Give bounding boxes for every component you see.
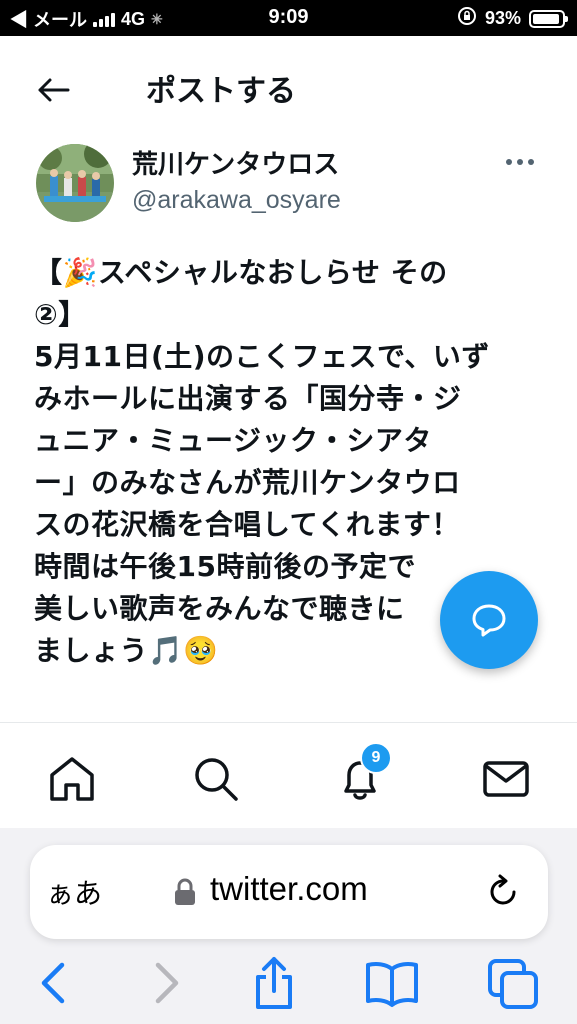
- bottom-nav: [0, 723, 577, 828]
- avatar[interactable]: [36, 144, 114, 222]
- bookmarks-icon[interactable]: [364, 955, 420, 1011]
- post-line: 5月11日(土)のこくフェスで、いず: [34, 340, 490, 373]
- page-header: ポストする: [0, 36, 577, 140]
- url-text[interactable]: twitter.com: [210, 870, 368, 908]
- tabs-icon[interactable]: [488, 955, 540, 1011]
- lock-icon: [175, 878, 195, 905]
- post-handle[interactable]: @arakawa_osyare: [132, 186, 341, 215]
- back-arrow-icon[interactable]: [34, 70, 74, 110]
- browser-forward-icon[interactable]: [140, 955, 192, 1011]
- post-line: みホールに出演する「国分寺・ジ: [34, 382, 462, 415]
- reply-button[interactable]: [440, 571, 538, 669]
- messages-icon[interactable]: [480, 753, 532, 805]
- reply-bubble-icon: [472, 604, 506, 637]
- status-bar: ◀ メール 4G ✳ 9:09 93%: [0, 0, 577, 36]
- status-right: 93%: [457, 6, 568, 31]
- battery-percent: 93%: [484, 8, 521, 28]
- home-icon[interactable]: [46, 753, 98, 805]
- battery-icon: [529, 9, 568, 28]
- share-icon[interactable]: [248, 955, 300, 1011]
- orientation-lock-icon: [457, 6, 477, 31]
- post-username[interactable]: 荒川ケンタウロス: [132, 144, 339, 181]
- post-line: 【🎉スペシャルなおしらせ その: [34, 256, 448, 289]
- page-settings-button[interactable]: ぁあ: [46, 872, 102, 912]
- post-line: ②】: [34, 298, 87, 331]
- search-icon[interactable]: [190, 753, 242, 805]
- more-options-icon[interactable]: [506, 150, 546, 174]
- page-title: ポストする: [146, 74, 296, 109]
- browser-back-icon[interactable]: [28, 955, 80, 1011]
- post-line: ー」のみなさんが荒川ケンタウロ: [34, 466, 461, 499]
- post-line: ュニア・ミュージック・シアタ: [34, 424, 432, 457]
- post-line: スの花沢橋を合唱してくれます！: [34, 508, 460, 541]
- reload-icon[interactable]: [484, 872, 524, 912]
- notification-badge: 9: [360, 742, 392, 774]
